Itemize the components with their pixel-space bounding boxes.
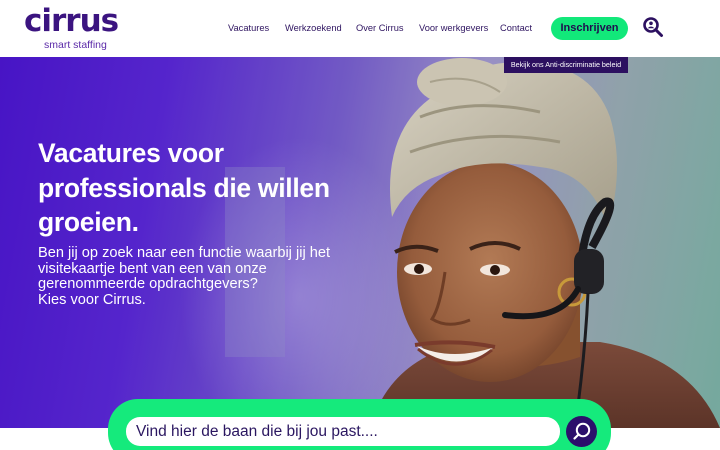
search-submit-button[interactable]: [566, 416, 597, 447]
hero-photo: [0, 57, 720, 428]
nav-voor-werkgevers[interactable]: Voor werkgevers: [419, 23, 488, 33]
hero-subtitle-line: gerenommeerde opdrachtgevers?: [38, 276, 258, 293]
hero-title-line: professionals die willen: [38, 172, 330, 203]
search-icon: [573, 422, 591, 440]
hero-subtitle-line: Ben jij op zoek naar een functie waarbij…: [38, 245, 331, 261]
hero-banner: [0, 57, 720, 428]
nav-over-cirrus[interactable]: Over Cirrus: [356, 23, 404, 33]
nav-werkzoekend[interactable]: Werkzoekend: [285, 23, 342, 33]
hero-subtitle-line: visitekaartje bent van een van onze: [38, 260, 267, 277]
site-header: cirrus smart staffing Vacatures Werkzoek…: [0, 0, 720, 57]
job-search-input[interactable]: [126, 417, 560, 446]
logo-tagline: smart staffing: [44, 39, 107, 51]
hero-title-line: groeien.: [38, 207, 139, 237]
cirrus-logo[interactable]: cirrus smart staffing: [24, 4, 119, 52]
inschrijven-button[interactable]: Inschrijven: [551, 17, 628, 40]
logo-wordmark: cirrus: [24, 3, 119, 39]
hero-title-line: Vacatures voor: [38, 138, 224, 168]
nav-contact[interactable]: Contact: [500, 23, 532, 33]
hero-subtitle: Ben jij op zoek naar een functie waarbij…: [38, 245, 358, 309]
hero-subtitle-line: Kies voor Cirrus.: [38, 292, 146, 309]
nav-vacatures[interactable]: Vacatures: [228, 23, 269, 33]
hero-title: Vacatures voor professionals die willen …: [38, 136, 368, 240]
anti-discriminatie-link[interactable]: Bekijk ons Anti-discriminatie beleid: [504, 57, 628, 73]
search-person-icon[interactable]: [642, 16, 664, 38]
